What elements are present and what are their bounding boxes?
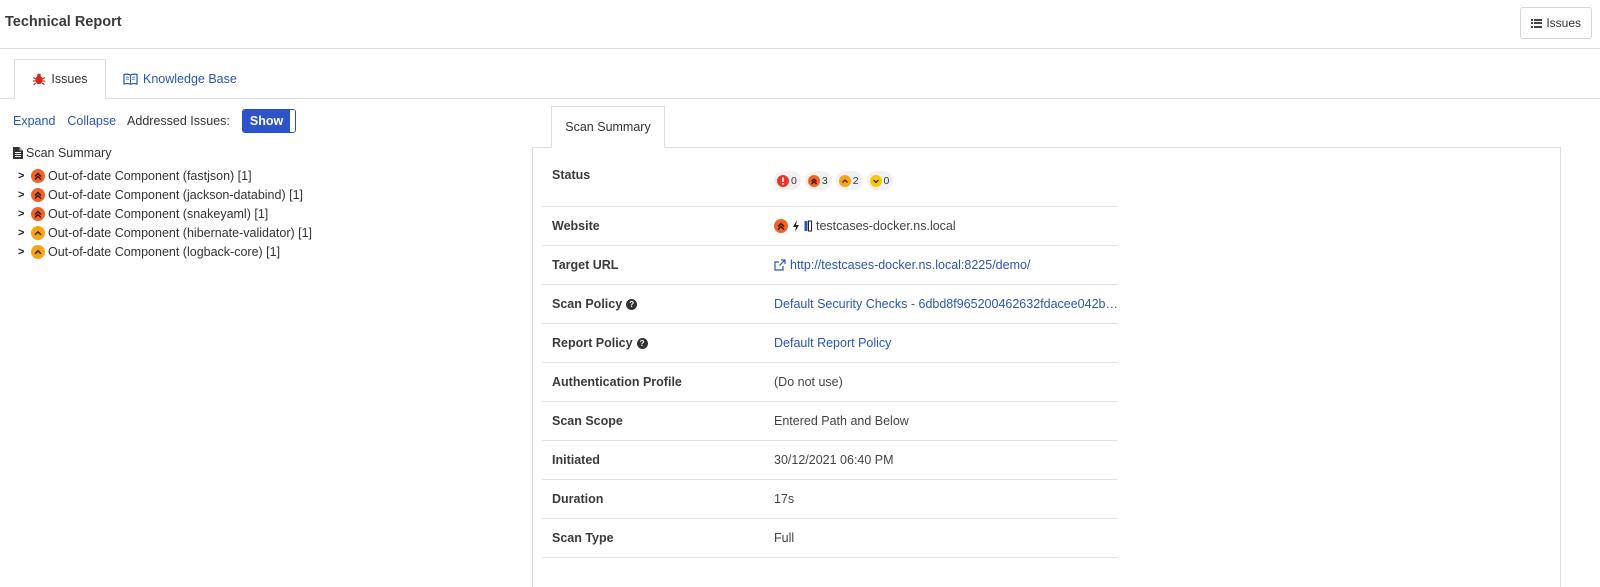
- website-row: Website testcases-docker.ns.local: [542, 207, 1118, 246]
- duration-label: Duration: [542, 492, 774, 506]
- target-url-link[interactable]: http://testcases-docker.ns.local:8225/de…: [790, 258, 1030, 272]
- tree-item[interactable]: > Out-of-date Component (jackson-databin…: [18, 185, 312, 204]
- authentication-profile-label: Authentication Profile: [542, 375, 774, 389]
- bug-icon: [32, 72, 46, 86]
- critical-severity-icon: [777, 175, 789, 187]
- chevron-right-icon[interactable]: >: [18, 170, 28, 182]
- status-label: Status: [542, 168, 774, 182]
- tab-issues-label: Issues: [51, 72, 87, 86]
- critical-count: 0: [791, 175, 797, 187]
- high-count-badge[interactable]: 3: [805, 171, 832, 190]
- book-icon: [123, 73, 138, 85]
- report-policy-row: Report Policy ? Default Report Policy: [542, 324, 1118, 363]
- toggle-handle: [290, 110, 295, 132]
- issues-button[interactable]: Issues: [1520, 7, 1592, 39]
- low-count-badge[interactable]: 0: [867, 171, 894, 190]
- medium-severity-icon: [31, 226, 45, 240]
- page-title: Technical Report: [5, 14, 122, 30]
- help-icon[interactable]: ?: [637, 338, 648, 349]
- low-severity-icon: [870, 175, 882, 187]
- high-severity-icon: [31, 207, 45, 221]
- bolt-icon: [792, 220, 800, 232]
- chevron-right-icon[interactable]: >: [18, 227, 28, 239]
- duration-value: 17s: [774, 492, 794, 506]
- medium-severity-icon: [839, 175, 851, 187]
- tab-knowledge-base-label: Knowledge Base: [143, 72, 237, 86]
- list-icon: [1531, 19, 1542, 28]
- tree-item[interactable]: > Out-of-date Component (fastjson) [1]: [18, 166, 312, 185]
- scan-type-value: Full: [774, 531, 794, 545]
- database-icon: [804, 220, 812, 232]
- tree-controls: Expand Collapse Addressed Issues: Show: [13, 109, 296, 133]
- scan-scope-label: Scan Scope: [542, 414, 774, 428]
- high-severity-icon: [31, 169, 45, 183]
- tab-issues[interactable]: Issues: [14, 59, 106, 99]
- chevron-right-icon[interactable]: >: [18, 246, 28, 258]
- tree-item[interactable]: > Out-of-date Component (snakeyaml) [1]: [18, 204, 312, 223]
- scan-policy-row: Scan Policy ? Default Security Checks - …: [542, 285, 1118, 324]
- tree-item-label: Out-of-date Component (jackson-databind)…: [48, 188, 303, 202]
- tab-knowledge-base[interactable]: Knowledge Base: [123, 59, 237, 99]
- initiated-row: Initiated 30/12/2021 06:40 PM: [542, 441, 1118, 480]
- tree-root-label: Scan Summary: [26, 146, 111, 160]
- status-badges: 0 3 2 0: [774, 171, 893, 190]
- tree-item[interactable]: > Out-of-date Component (logback-core) […: [18, 242, 312, 261]
- high-count: 3: [822, 175, 828, 187]
- help-icon[interactable]: ?: [626, 299, 637, 310]
- tree-item[interactable]: > Out-of-date Component (hibernate-valid…: [18, 223, 312, 242]
- medium-count-badge[interactable]: 2: [836, 171, 863, 190]
- scan-type-row: Scan Type Full: [542, 519, 1118, 558]
- report-policy-label: Report Policy: [552, 336, 633, 350]
- tree-item-label: Out-of-date Component (fastjson) [1]: [48, 169, 252, 183]
- report-policy-link[interactable]: Default Report Policy: [774, 336, 891, 350]
- website-name: testcases-docker.ns.local: [816, 219, 956, 233]
- tree-item-label: Out-of-date Component (hibernate-validat…: [48, 226, 312, 240]
- chevron-right-icon[interactable]: >: [18, 208, 28, 220]
- collapse-link[interactable]: Collapse: [67, 114, 116, 128]
- target-url-value: http://testcases-docker.ns.local:8225/de…: [774, 258, 1030, 272]
- tree-item-label: Out-of-date Component (snakeyaml) [1]: [48, 207, 268, 221]
- medium-count: 2: [853, 175, 859, 187]
- scan-policy-key: Scan Policy ?: [542, 297, 774, 311]
- top-bar: Technical Report Issues: [0, 0, 1600, 49]
- addressed-issues-label: Addressed Issues:: [127, 114, 230, 128]
- low-count: 0: [884, 175, 890, 187]
- initiated-value: 30/12/2021 06:40 PM: [774, 453, 894, 467]
- website-value: testcases-docker.ns.local: [774, 219, 956, 233]
- authentication-profile-value: (Do not use): [774, 375, 843, 389]
- critical-count-badge[interactable]: 0: [774, 171, 801, 190]
- target-url-row: Target URL http://testcases-docker.ns.lo…: [542, 246, 1118, 285]
- expand-link[interactable]: Expand: [13, 114, 55, 128]
- issues-button-label: Issues: [1546, 16, 1581, 30]
- toggle-show-label: Show: [243, 110, 290, 132]
- status-row: Status 0 3 2 0: [542, 155, 1118, 207]
- report-policy-key: Report Policy ?: [542, 336, 774, 350]
- tabs-divider: [0, 98, 1600, 99]
- chevron-right-icon[interactable]: >: [18, 189, 28, 201]
- high-severity-icon: [774, 219, 788, 233]
- medium-severity-icon: [31, 245, 45, 259]
- tab-scan-summary[interactable]: Scan Summary: [551, 106, 665, 148]
- tree-root-scan-summary[interactable]: Scan Summary: [13, 145, 312, 161]
- scan-policy-link[interactable]: Default Security Checks - 6dbd8f96520046…: [774, 297, 1118, 311]
- high-severity-icon: [31, 188, 45, 202]
- external-link-icon: [774, 259, 786, 271]
- issues-tree: Scan Summary > Out-of-date Component (fa…: [13, 145, 312, 261]
- scan-policy-label: Scan Policy: [552, 297, 622, 311]
- document-icon: [13, 147, 23, 159]
- initiated-label: Initiated: [542, 453, 774, 467]
- authentication-profile-row: Authentication Profile (Do not use): [542, 363, 1118, 402]
- website-label: Website: [542, 219, 774, 233]
- duration-row: Duration 17s: [542, 480, 1118, 519]
- scan-scope-row: Scan Scope Entered Path and Below: [542, 402, 1118, 441]
- high-severity-icon: [808, 175, 820, 187]
- addressed-issues-toggle[interactable]: Show: [242, 109, 296, 133]
- scan-type-label: Scan Type: [542, 531, 774, 545]
- scan-scope-value: Entered Path and Below: [774, 414, 909, 428]
- target-url-label: Target URL: [542, 258, 774, 272]
- tree-item-label: Out-of-date Component (logback-core) [1]: [48, 245, 280, 259]
